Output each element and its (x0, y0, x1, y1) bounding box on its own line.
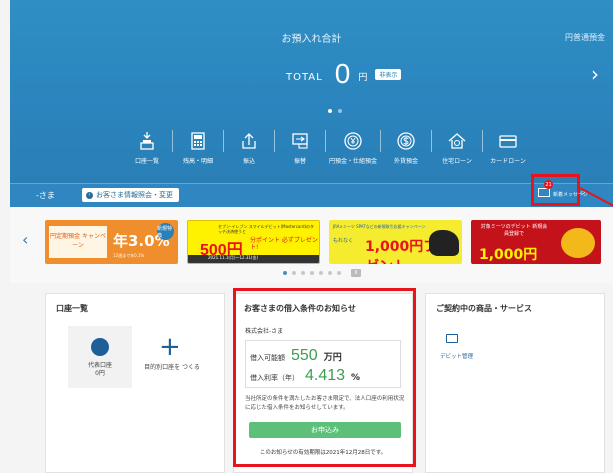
transfer-icon (275, 130, 325, 152)
foreign-deposit-icon (381, 130, 431, 152)
menu-card-loan[interactable]: カードローン (483, 130, 533, 165)
banner-sub: 分ポイント 必ずプレゼント! (250, 237, 318, 251)
menu-label: 口座一覧 (134, 158, 159, 165)
menu-home-loan[interactable]: 住宅ローン (432, 130, 482, 165)
quick-menu: 口座一覧 残高・明細 振込 振替 円預金・仕組預金 外貨預金 住宅ローン カード… (122, 130, 533, 165)
menu-label: 振込 (242, 158, 255, 165)
rep-label: 代表口座 (87, 362, 112, 369)
menu-label: 残高・明細 (182, 158, 213, 165)
banner-pre: もれなく (333, 238, 354, 244)
card-title: ご契約中の商品・サービス (436, 304, 532, 313)
total-unit: 円 (358, 73, 368, 83)
hero-pager-dots[interactable] (328, 109, 342, 113)
total-label: TOTAL (286, 72, 323, 83)
pager-dot[interactable] (328, 109, 332, 113)
menu-label: 外貨預金 (393, 158, 418, 165)
customer-info-button[interactable]: › お客さま情報照会・変更 (82, 188, 179, 202)
pager-dot[interactable] (319, 271, 323, 275)
plus-icon[interactable]: + (159, 334, 181, 360)
pie-chart-icon (91, 338, 109, 356)
banner-pager: II (283, 269, 361, 277)
message-count-badge: 21 (544, 180, 553, 189)
customer-info-label: お客さま情報照会・変更 (96, 191, 173, 199)
yen-deposit-icon (326, 130, 380, 152)
banner-label: 円定期預金 キャンペーン (49, 226, 107, 258)
banner-smile-debit[interactable]: セブン-イレブン スマイルデビット(Mastercard)のタッチ決済使うと 5… (187, 220, 320, 264)
hero-top-right-label[interactable]: 円普通預金 (565, 32, 605, 43)
banner-yen-time-deposit[interactable]: 円定期預金 キャンペーン 年3.0% 新規特典 12週まで年0.1% (45, 220, 178, 264)
total-balance: TOTAL 0 円 非表示 (286, 58, 402, 89)
highlight-box (233, 288, 416, 467)
banner-debit-signup[interactable]: 対象ミーツのデビット 新規会員登録で 1,000円 (471, 220, 601, 264)
next-slide-arrow[interactable]: › (591, 62, 599, 86)
arrow-circle-icon: › (86, 191, 93, 199)
menu-label: 円預金・仕組預金 (328, 158, 377, 165)
banner-jra-campaign[interactable]: JRA×ミーツ SPATなどの新規取引応援キャンペーン もれなく 1,000円プ… (329, 220, 462, 264)
calculator-icon (173, 130, 223, 152)
hide-balance-button[interactable]: 非表示 (375, 69, 402, 80)
total-value: 0 (334, 58, 351, 89)
card-loan-icon (483, 130, 533, 152)
menu-yen-deposit[interactable]: 円預金・仕組預金 (326, 130, 380, 165)
hero-panel: お預入れ合計 円普通預金 TOTAL 0 円 非表示 › 口座一覧 残高・明細 … (10, 0, 613, 183)
menu-transfer[interactable]: 振込 (224, 130, 274, 165)
new-messages-button[interactable]: 21 新着メッセージ (531, 174, 588, 206)
banner-label: 対象ミーツのデビット 新規会員登録で (480, 224, 548, 237)
user-name: -さま (36, 191, 55, 200)
create-purpose-account-link[interactable]: 目的別口座を つくる (142, 364, 202, 372)
card-title: 口座一覧 (56, 304, 88, 313)
rugby-image (561, 228, 595, 258)
representative-account[interactable]: 代表口座 0円 (68, 326, 132, 388)
banner-badge: 新規特典 (157, 223, 174, 240)
representative-account-label: 代表口座 0円 (68, 362, 132, 378)
debit-card-icon (446, 334, 458, 343)
pager-dot[interactable] (328, 271, 332, 275)
menu-label: カードローン (490, 158, 526, 165)
account-list-icon (122, 130, 172, 152)
banner-label: セブン-イレブン スマイルデビット(Mastercard)のタッチ決済使うと (218, 224, 315, 234)
pager-dot[interactable] (338, 109, 342, 113)
menu-account-list[interactable]: 口座一覧 (122, 130, 172, 165)
user-strip: -さま › お客さま情報照会・変更 (10, 183, 613, 207)
mail-icon (538, 188, 550, 197)
pager-dot[interactable] (337, 271, 341, 275)
upload-transfer-icon (224, 130, 274, 152)
pager-dot[interactable] (301, 271, 305, 275)
services-card: ご契約中の商品・サービス デビット管理 (425, 293, 605, 473)
banner-note: 12週まで年0.1% (113, 253, 145, 258)
horse-image (429, 230, 459, 256)
banner-headline: 1,000円 (479, 247, 538, 263)
pause-button[interactable]: II (351, 269, 361, 277)
menu-furikae[interactable]: 振替 (275, 130, 325, 165)
banner-label: JRA×ミーツ SPATなどの新規取引応援キャンペーン (333, 224, 426, 229)
prev-banner-arrow[interactable]: ‹ (22, 230, 28, 249)
pager-dot[interactable] (292, 271, 296, 275)
menu-balance[interactable]: 残高・明細 (173, 130, 223, 165)
debit-management-link[interactable]: デビット管理 (440, 352, 473, 360)
rep-value: 0円 (95, 370, 105, 377)
account-list-card: 口座一覧 代表口座 0円 + 目的別口座を つくる (45, 293, 225, 473)
home-loan-icon (432, 130, 482, 152)
hero-title: お預入れ合計 (281, 34, 342, 45)
menu-foreign-deposit[interactable]: 外貨預金 (381, 130, 431, 165)
pager-dot[interactable] (310, 271, 314, 275)
banner-date: 2021.11.1(月)〜12.31(金) (188, 255, 319, 263)
pager-dot[interactable] (283, 271, 287, 275)
menu-label: 振替 (293, 158, 306, 165)
menu-label: 住宅ローン (442, 158, 472, 165)
